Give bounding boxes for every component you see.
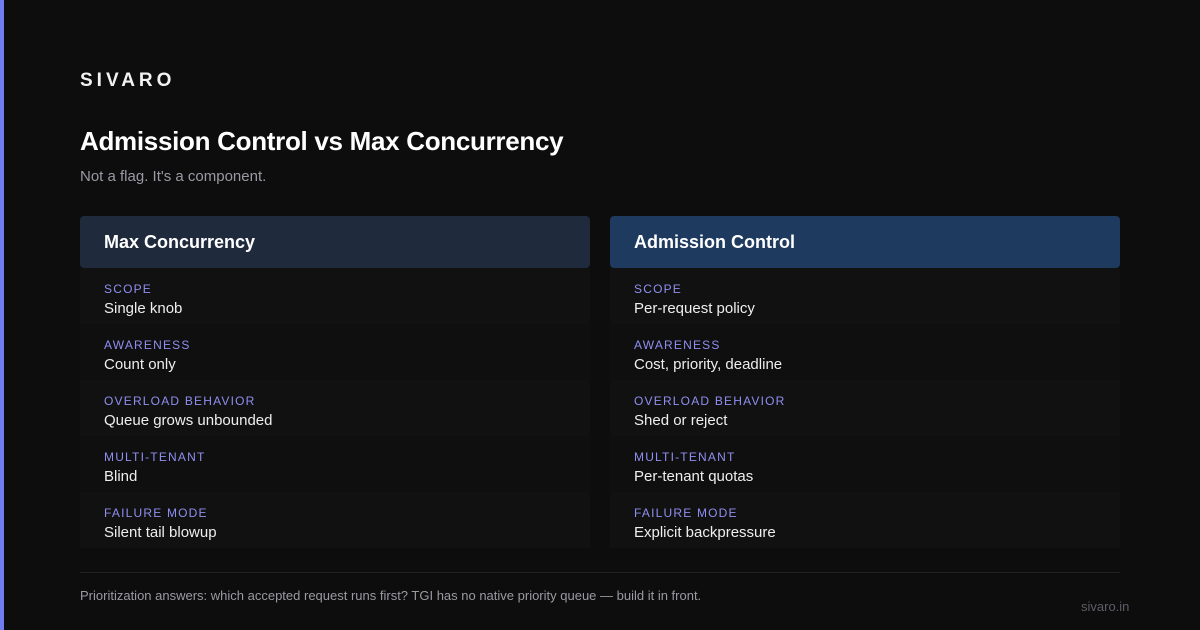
row-label: MULTI-TENANT <box>104 450 206 464</box>
comparison-row: FAILURE MODE Silent tail blowup <box>80 492 590 548</box>
row-label: AWARENESS <box>104 338 191 352</box>
footer-note: Prioritization answers: which accepted r… <box>80 588 702 603</box>
comparison-row: FAILURE MODE Explicit backpressure <box>610 492 1120 548</box>
comparison-row: MULTI-TENANT Per-tenant quotas <box>610 436 1120 492</box>
row-label: AWARENESS <box>634 338 721 352</box>
footer-divider <box>80 572 1120 573</box>
row-label: OVERLOAD BEHAVIOR <box>634 394 786 408</box>
page-subtitle: Not a flag. It's a component. <box>80 168 267 185</box>
card-header: Max Concurrency <box>80 216 590 268</box>
row-value: Cost, priority, deadline <box>634 356 783 373</box>
comparison-row: OVERLOAD BEHAVIOR Shed or reject <box>610 380 1120 436</box>
row-value: Shed or reject <box>634 412 728 429</box>
row-label: SCOPE <box>104 282 153 296</box>
comparison-row: MULTI-TENANT Blind <box>80 436 590 492</box>
card-header: Admission Control <box>610 216 1120 268</box>
page-title: Admission Control vs Max Concurrency <box>80 126 564 156</box>
brand-logo: SIVARO <box>80 70 176 91</box>
row-label: FAILURE MODE <box>634 506 738 520</box>
row-value: Queue grows unbounded <box>104 412 273 429</box>
comparison-row: SCOPE Per-request policy <box>610 268 1120 324</box>
row-value: Per-tenant quotas <box>634 468 754 485</box>
row-label: SCOPE <box>634 282 683 296</box>
card-rows: SCOPE Single knob AWARENESS Count only O… <box>80 268 590 548</box>
comparison-row: AWARENESS Cost, priority, deadline <box>610 324 1120 380</box>
row-label: OVERLOAD BEHAVIOR <box>104 394 256 408</box>
row-value: Explicit backpressure <box>634 524 776 541</box>
site-url: sivaro.in <box>1081 599 1130 614</box>
admission-control-card: Admission Control SCOPE Per-request poli… <box>610 216 1120 548</box>
comparison-row: AWARENESS Count only <box>80 324 590 380</box>
accent-bar <box>0 0 4 630</box>
max-concurrency-card: Max Concurrency SCOPE Single knob AWAREN… <box>80 216 590 548</box>
row-value: Per-request policy <box>634 300 755 317</box>
row-label: FAILURE MODE <box>104 506 208 520</box>
row-value: Count only <box>104 356 176 373</box>
comparison-row: OVERLOAD BEHAVIOR Queue grows unbounded <box>80 380 590 436</box>
row-value: Silent tail blowup <box>104 524 217 541</box>
row-label: MULTI-TENANT <box>634 450 736 464</box>
row-value: Single knob <box>104 300 183 317</box>
comparison-row: SCOPE Single knob <box>80 268 590 324</box>
row-value: Blind <box>104 468 138 485</box>
card-rows: SCOPE Per-request policy AWARENESS Cost,… <box>610 268 1120 548</box>
